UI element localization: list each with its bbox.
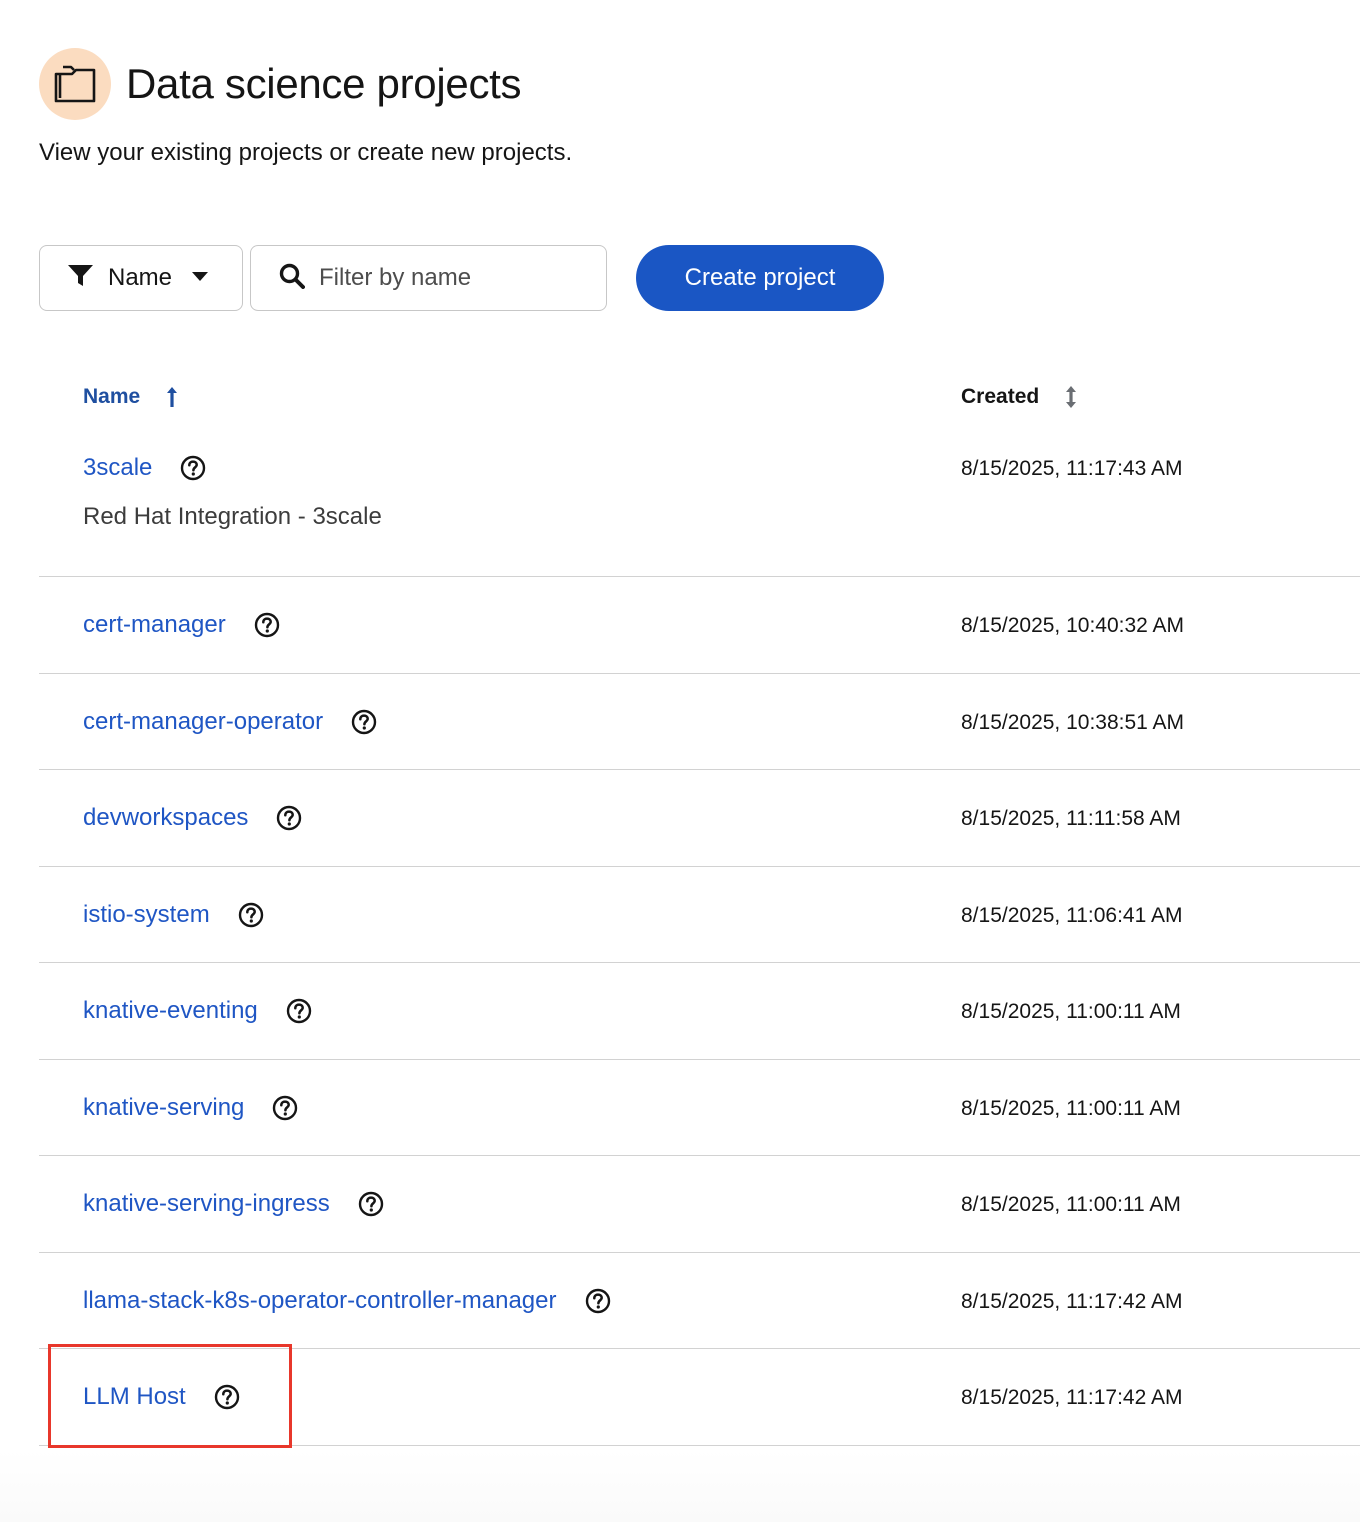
project-name-cell: knative-serving-ingress <box>83 1190 384 1218</box>
project-name-cell: devworkspaces <box>83 804 302 832</box>
created-date: 8/15/2025, 11:06:41 AM <box>961 904 1183 927</box>
help-icon[interactable] <box>214 1384 240 1410</box>
project-name-cell: 3scale <box>83 454 206 482</box>
filter-icon <box>67 264 94 293</box>
created-date: 8/15/2025, 11:17:42 AM <box>961 1386 1183 1409</box>
table-body: 3scale Red Hat Integration - 3scale 8/15/2… <box>39 436 1360 1446</box>
help-icon[interactable] <box>238 902 264 928</box>
table-row: LLM Host 8/15/2025, 11:17:42 AM <box>39 1349 1360 1446</box>
folder-icon <box>39 48 111 120</box>
created-date: 8/15/2025, 11:00:11 AM <box>961 1097 1181 1120</box>
table-row: knative-serving 8/15/2025, 11:00:11 AM <box>39 1060 1360 1156</box>
page-description: View your existing projects or create ne… <box>39 139 573 166</box>
project-link[interactable]: llama-stack-k8s-operator-controller-mana… <box>83 1287 557 1315</box>
project-link[interactable]: LLM Host <box>83 1383 186 1411</box>
project-link[interactable]: knative-serving <box>83 1094 244 1122</box>
help-icon[interactable] <box>180 455 206 481</box>
created-date: 8/15/2025, 10:40:32 AM <box>961 614 1185 637</box>
help-icon[interactable] <box>276 805 302 831</box>
toolbar: Name Create project <box>39 245 884 311</box>
help-icon[interactable] <box>286 998 312 1024</box>
table-row: istio-system 8/15/2025, 11:06:41 AM <box>39 867 1360 963</box>
caret-down-icon <box>192 269 209 287</box>
created-date: 8/15/2025, 11:17:42 AM <box>961 1290 1183 1313</box>
project-link[interactable]: cert-manager-operator <box>83 708 323 736</box>
project-link[interactable]: devworkspaces <box>83 804 248 832</box>
filter-attribute-select[interactable]: Name <box>39 245 243 311</box>
created-date: 8/15/2025, 11:17:43 AM <box>961 457 1183 480</box>
project-description: Red Hat Integration - 3scale <box>83 503 382 530</box>
help-icon[interactable] <box>358 1191 384 1217</box>
create-project-button[interactable]: Create project <box>636 245 884 311</box>
help-icon[interactable] <box>585 1288 611 1314</box>
column-header-created-label: Created <box>961 385 1040 408</box>
table-row: cert-manager 8/15/2025, 10:40:32 AM <box>39 577 1360 674</box>
page: Data science projects View your existing… <box>0 0 1360 1522</box>
project-name-cell: cert-manager <box>83 611 280 639</box>
column-header-created[interactable]: Created <box>961 385 1077 409</box>
created-date: 8/15/2025, 11:00:11 AM <box>961 1193 1181 1216</box>
project-link[interactable]: cert-manager <box>83 611 226 639</box>
created-date: 8/15/2025, 10:38:51 AM <box>961 711 1185 734</box>
search-icon <box>279 263 305 294</box>
filter-attribute-label: Name <box>108 264 173 291</box>
column-header-name[interactable]: Name <box>83 385 178 409</box>
projects-table: Name Created 3scale Red Hat Integration -… <box>39 360 1360 1446</box>
table-row: 3scale Red Hat Integration - 3scale 8/15/2… <box>39 436 1360 577</box>
search-input[interactable] <box>319 264 589 292</box>
page-header: Data science projects <box>39 48 522 120</box>
project-link[interactable]: istio-system <box>83 901 210 929</box>
help-icon[interactable] <box>272 1095 298 1121</box>
help-icon[interactable] <box>351 709 377 735</box>
table-header: Name Created <box>39 360 1360 436</box>
sort-ascending-icon <box>166 386 178 408</box>
project-name-cell: knative-eventing <box>83 997 312 1025</box>
table-row: knative-serving-ingress 8/15/2025, 11:00:… <box>39 1156 1360 1253</box>
project-name-cell: LLM Host <box>83 1383 240 1411</box>
search-field[interactable] <box>250 245 607 311</box>
table-row: cert-manager-operator 8/15/2025, 10:38:51… <box>39 674 1360 770</box>
created-date: 8/15/2025, 11:11:58 AM <box>961 807 1181 830</box>
table-row: knative-eventing 8/15/2025, 11:00:11 AM <box>39 963 1360 1060</box>
help-icon[interactable] <box>254 612 280 638</box>
table-row: devworkspaces 8/15/2025, 11:11:58 AM <box>39 770 1360 867</box>
project-name-cell: cert-manager-operator <box>83 708 377 736</box>
created-date: 8/15/2025, 11:00:11 AM <box>961 1000 1181 1023</box>
project-name-cell: istio-system <box>83 901 264 929</box>
table-row: llama-stack-k8s-operator-controller-mana… <box>39 1253 1360 1349</box>
project-link[interactable]: knative-eventing <box>83 997 258 1025</box>
project-name-cell: knative-serving <box>83 1094 298 1122</box>
project-link[interactable]: knative-serving-ingress <box>83 1190 330 1218</box>
column-header-name-label: Name <box>83 385 141 408</box>
page-title: Data science projects <box>126 60 522 107</box>
project-link[interactable]: 3scale <box>83 454 152 482</box>
sort-toggle-icon <box>1065 385 1077 409</box>
project-name-cell: llama-stack-k8s-operator-controller-mana… <box>83 1287 611 1315</box>
